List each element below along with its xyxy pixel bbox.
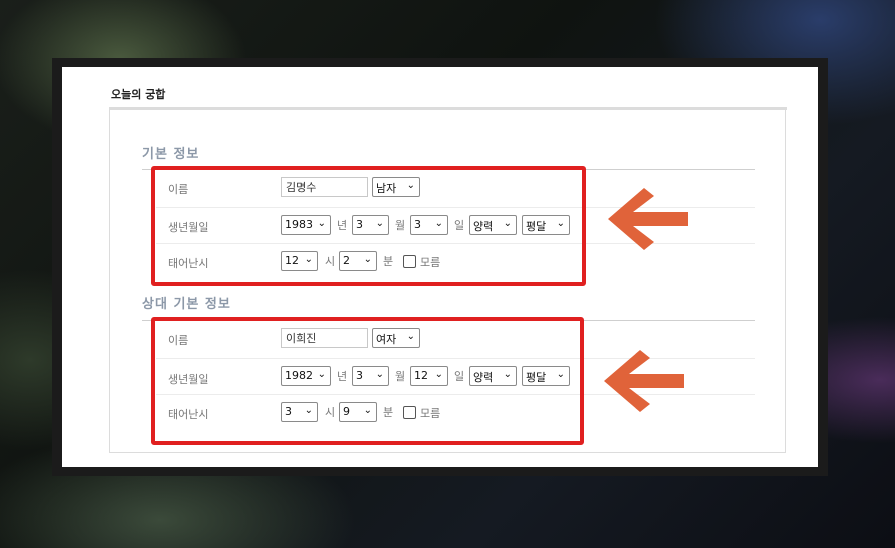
arrow-left-icon — [604, 350, 684, 412]
highlight-box-partner — [151, 317, 584, 445]
highlight-box-self — [151, 166, 586, 286]
arrow-left-icon — [608, 188, 688, 250]
section-title-partner-info: 상대 기본 정보 — [142, 297, 231, 312]
page-title: 오늘의 궁합 — [111, 88, 166, 101]
section-title-basic-info: 기본 정보 — [142, 147, 200, 162]
